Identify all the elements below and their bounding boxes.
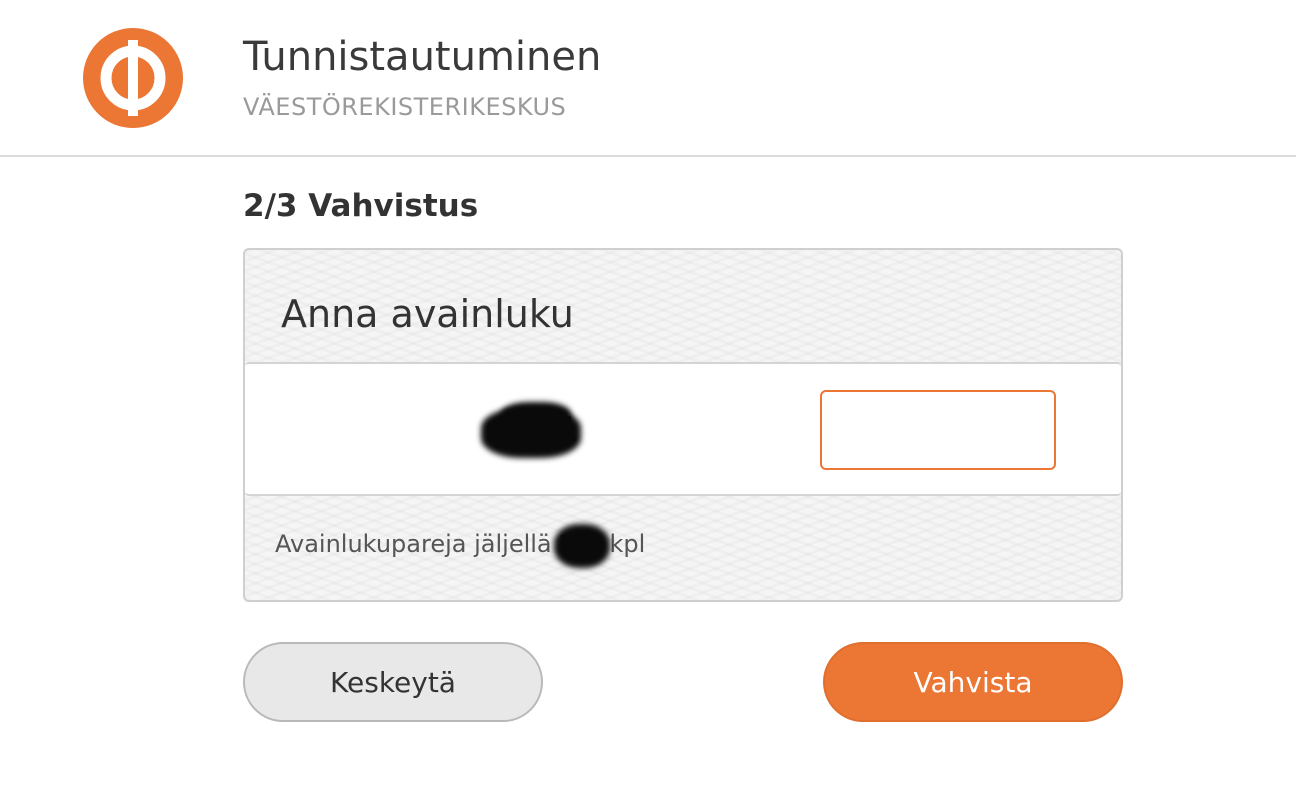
key-code-panel: Anna avainluku 0061 Avainlukupareja jälj… [243, 248, 1123, 602]
panel-heading: Anna avainluku [281, 292, 574, 336]
confirm-button[interactable]: Vahvista [823, 642, 1123, 722]
cancel-button[interactable]: Keskeytä [243, 642, 543, 722]
page-header: Tunnistautuminen VÄESTÖREKISTERIKESKUS [0, 0, 1296, 157]
key-digit-1[interactable] [822, 392, 1121, 468]
op-logo-icon [83, 28, 183, 128]
redaction-mark [553, 524, 610, 568]
remaining-suffix: kpl [609, 530, 646, 558]
page-subtitle: VÄESTÖREKISTERIKESKUS [243, 93, 567, 121]
key-code-input[interactable] [820, 390, 1121, 470]
code-row: 0061 [245, 362, 1121, 496]
redaction-mark [501, 402, 571, 432]
page-title: Tunnistautuminen [243, 34, 602, 80]
challenge-code-area: 0061 [481, 402, 591, 464]
remaining-pairs-text: Avainlukupareja jäljellä 136 kpl [275, 524, 646, 568]
remaining-count-wrap: 136 [553, 524, 610, 568]
step-title: 2/3 Vahvistus [243, 188, 479, 224]
remaining-prefix: Avainlukupareja jäljellä [275, 530, 552, 558]
